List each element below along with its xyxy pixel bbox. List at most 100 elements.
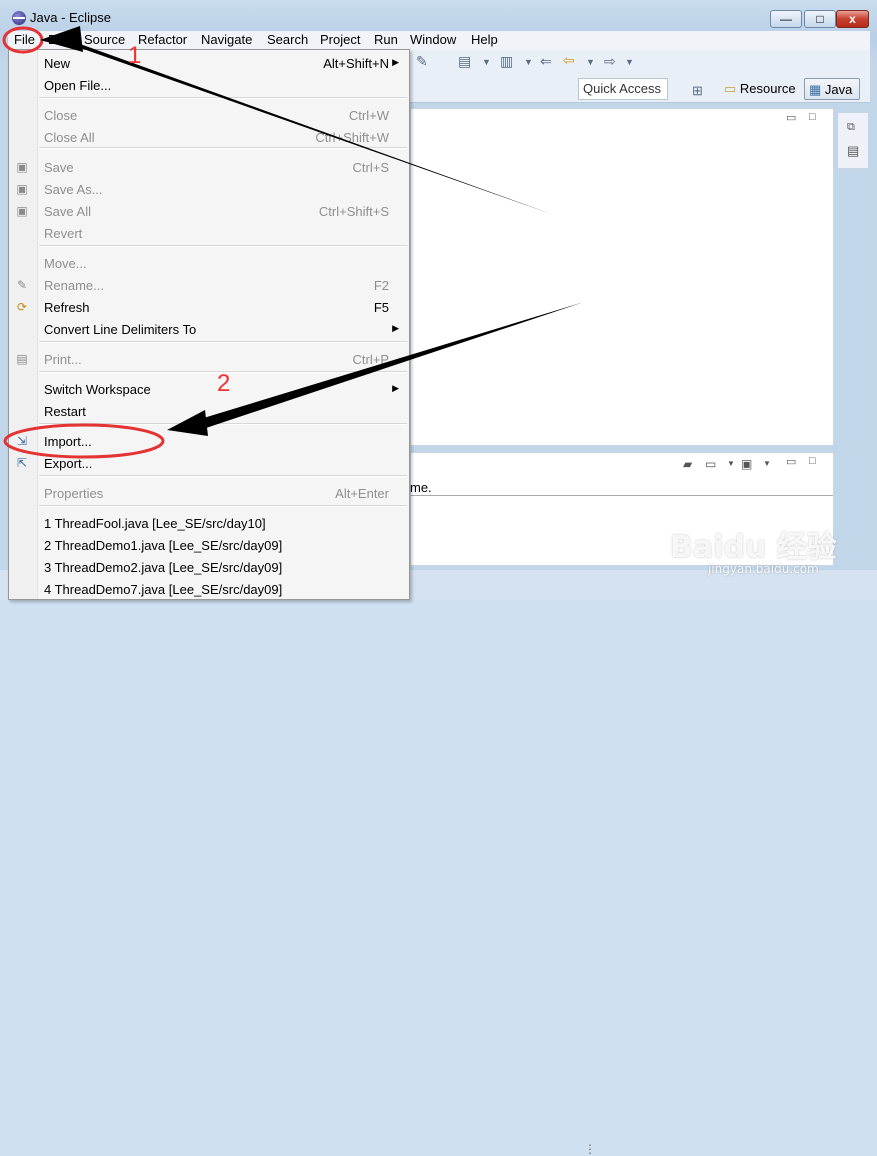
file-menu-item[interactable]: ⟳ Refresh F5 [9,296,409,318]
file-menu-item[interactable]: Revert [9,222,409,244]
chevron-down-icon[interactable]: ▼ [727,459,735,468]
file-menu-item[interactable]: New Alt+Shift+N ▶ [9,52,409,74]
save-all-icon: ▣ [16,204,28,218]
title-bar: Java - Eclipse — □ x [0,0,877,30]
file-menu-item-label: Save [44,160,74,175]
file-menu-item-label: Revert [44,226,83,241]
file-menu-dropdown: New Alt+Shift+N ▶ Open File... Close Ctrl+W Cl… [8,49,410,600]
pin-console-icon[interactable]: ▣ [741,457,752,471]
file-menu-item-shortcut: Ctrl+P [352,352,389,367]
outline-icon[interactable]: ▤ [847,143,859,159]
file-menu-item[interactable]: ⇱ Export... [9,452,409,474]
file-menu-item[interactable]: 3 ThreadDemo2.java [Lee_SE/src/day09] [9,556,409,578]
pin-icon[interactable]: ✎ [416,53,428,70]
file-menu-item[interactable]: 2 ThreadDemo1.java [Lee_SE/src/day09] [9,534,409,556]
file-menu-item-shortcut: F2 [373,278,389,293]
menu-separator [39,423,407,425]
file-menu-item-label: 2 ThreadDemo1.java [Lee_SE/src/day09] [44,538,283,553]
minimize-panel-icon[interactable]: ▭ [786,111,796,124]
file-menu-item-shortcut: Ctrl+Shift+W [315,130,389,145]
menu-separator [39,341,407,343]
file-menu-item[interactable]: Restart [9,400,409,422]
open-perspective-icon[interactable]: ⊞ [688,80,712,102]
restore-icon[interactable]: ⧉ [847,121,855,134]
file-menu-item[interactable]: ⇲ Import... [9,430,409,452]
file-menu-item-label: Close [44,108,78,123]
resize-grip-icon[interactable]: ⋮ [584,1142,596,1156]
folder-icon: ▭ [724,81,737,96]
menu-window[interactable]: Window [410,32,456,47]
menu-project[interactable]: Project [320,32,360,47]
display-icon[interactable]: ▭ [705,457,716,471]
file-menu-item[interactable]: Switch Workspace ▶ [9,378,409,400]
file-menu-item[interactable]: Properties Alt+Enter [9,482,409,504]
search-icon[interactable]: ▥ [500,53,513,70]
open-type-icon[interactable]: ▤ [458,53,471,70]
watermark-url: jingyan.baidu.com [708,562,819,576]
submenu-arrow-icon: ▶ [392,383,399,393]
menu-file[interactable]: File [14,32,35,47]
menu-help[interactable]: Help [471,32,498,47]
eclipse-window: Java - Eclipse — □ x File Edit Source Re… [0,0,877,1156]
import-icon: ⇲ [16,434,28,448]
file-menu-item[interactable]: ▣ Save Ctrl+S [9,156,409,178]
file-menu-item-label: Save As... [44,182,103,197]
back-arrow-icon[interactable]: ⇦ [563,52,575,69]
file-menu-item-shortcut: F5 [373,300,389,315]
file-menu-item[interactable]: ▣ Save All Ctrl+Shift+S [9,200,409,222]
file-menu-item[interactable]: ✎ Rename... F2 [9,274,409,296]
file-menu-item-label: Print... [44,352,82,367]
submenu-arrow-icon: ▶ [392,323,399,333]
forward-arrow-icon[interactable]: ⇨ [604,53,616,70]
file-menu-item[interactable]: ▤ Print... Ctrl+P [9,348,409,370]
editor-area[interactable]: ▭ □ [410,108,834,446]
file-menu-item[interactable]: Open File... [9,74,409,96]
quick-access-input[interactable]: Quick Access [578,78,668,100]
chevron-down-icon[interactable]: ▼ [586,57,595,67]
menu-separator [39,147,407,149]
file-menu-item-label: 1 ThreadFool.java [Lee_SE/src/day10] [44,516,266,531]
minimize-button[interactable]: — [770,10,802,28]
chevron-down-icon[interactable]: ▼ [482,57,491,67]
perspective-java-button[interactable]: ▦ Java [804,78,860,100]
file-menu-item-label: Save All [44,204,91,219]
menu-separator [39,245,407,247]
new-console-icon[interactable]: ▰ [683,457,692,471]
menu-run[interactable]: Run [374,32,398,47]
watermark-text: Baidu 经验 [670,530,837,565]
file-menu-item-shortcut: Ctrl+S [352,160,389,175]
chevron-down-icon[interactable]: ▼ [763,459,771,468]
file-menu-item-label: 4 ThreadDemo7.java [Lee_SE/src/day09] [44,582,283,597]
chevron-down-icon[interactable]: ▼ [524,57,533,67]
back-disabled-icon[interactable]: ⇐ [540,53,552,70]
menu-edit[interactable]: Edit [48,32,70,47]
file-menu-item-label: Rename... [44,278,104,293]
file-menu-item[interactable]: Close Ctrl+W [9,104,409,126]
perspective-resource-button[interactable]: ▭ Resource [720,78,800,100]
file-menu-item[interactable]: Convert Line Delimiters To ▶ [9,318,409,340]
menu-separator [39,97,407,99]
step-number-2: 2 [217,370,231,397]
file-menu-item-label: Convert Line Delimiters To [44,322,197,337]
minimize-panel-icon[interactable]: ▭ [786,455,796,468]
file-menu-item[interactable]: Move... [9,252,409,274]
bottom-panel-partial-text: me. [410,480,432,495]
minimize-icon: — [780,12,792,26]
maximize-panel-icon[interactable]: □ [809,455,816,467]
menu-navigate[interactable]: Navigate [201,32,252,47]
maximize-button[interactable]: □ [804,10,836,28]
file-menu-item[interactable]: Close All Ctrl+Shift+W [9,126,409,148]
file-menu-item[interactable]: 4 ThreadDemo7.java [Lee_SE/src/day09] [9,578,409,600]
file-menu-item-label: Properties [44,486,104,501]
menu-search[interactable]: Search [267,32,308,47]
file-menu-item[interactable]: 1 ThreadFool.java [Lee_SE/src/day10] [9,512,409,534]
maximize-panel-icon[interactable]: □ [809,111,816,123]
menu-source[interactable]: Source [84,32,125,47]
menu-separator [39,505,407,507]
close-window-button[interactable]: x [836,10,869,28]
file-menu-item-label: Refresh [44,300,90,315]
menu-separator [39,475,407,477]
chevron-down-icon[interactable]: ▼ [625,57,634,67]
file-menu-item[interactable]: ▣ Save As... [9,178,409,200]
menu-refactor[interactable]: Refactor [138,32,187,47]
